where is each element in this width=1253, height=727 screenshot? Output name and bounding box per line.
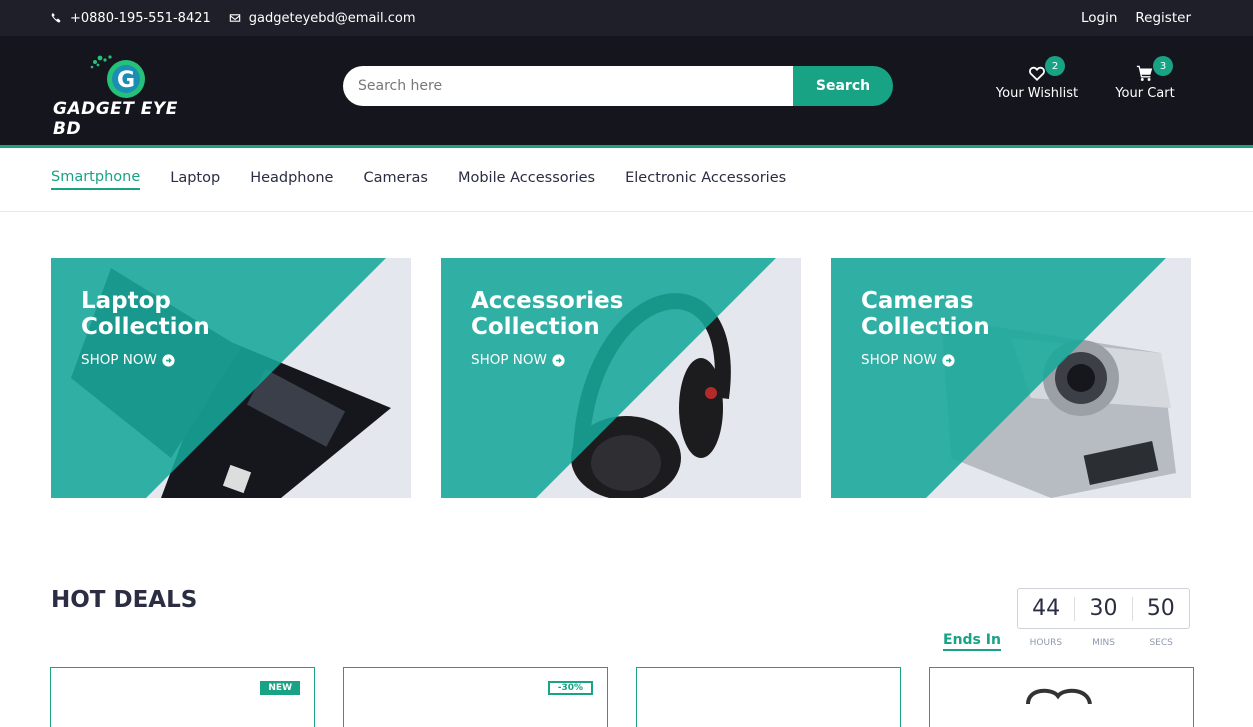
collection-title-line2: Collection xyxy=(861,314,990,340)
shop-now-link[interactable]: SHOP NOW xyxy=(81,352,210,368)
shop-now-label: SHOP NOW xyxy=(81,352,157,368)
cart-count-badge: 3 xyxy=(1153,56,1173,76)
wishlist-icon-wrap: 2 xyxy=(987,56,1087,84)
envelope-icon xyxy=(229,14,241,22)
arrow-circle-right-icon xyxy=(942,353,955,367)
phone-contact[interactable]: +0880-195-551-8421 xyxy=(50,11,211,26)
timer-hours: 44 xyxy=(1032,596,1061,621)
shop-now-label: SHOP NOW xyxy=(471,352,547,368)
shop-now-label: SHOP NOW xyxy=(861,352,937,368)
collection-title-line2: Collection xyxy=(81,314,210,340)
nav-item-smartphone[interactable]: Smartphone xyxy=(51,169,141,190)
timer-secs-label: SECS xyxy=(1149,638,1173,648)
search-button[interactable]: Search xyxy=(793,66,893,106)
nav-item-electronic-accessories[interactable]: Electronic Accessories xyxy=(625,170,786,189)
nav-item-headphone[interactable]: Headphone xyxy=(250,170,333,189)
collection-title-line2: Collection xyxy=(471,314,600,340)
product-card[interactable]: -30% xyxy=(343,667,608,727)
cart-link[interactable]: 3 Your Cart xyxy=(1095,56,1195,101)
category-nav: Smartphone Laptop Headphone Cameras Mobi… xyxy=(0,145,1253,212)
countdown-timer: 44 30 50 xyxy=(1017,588,1190,629)
timer-secs: 50 xyxy=(1146,596,1175,621)
register-link[interactable]: Register xyxy=(1135,10,1191,26)
search-bar: Search xyxy=(343,66,893,106)
nav-item-mobile-accessories[interactable]: Mobile Accessories xyxy=(458,170,595,189)
collection-title-line1: Laptop xyxy=(81,288,171,314)
main-header: G GADGET EYE BD Search 2 Your Wishlist 3… xyxy=(0,36,1253,145)
contact-info: +0880-195-551-8421 gadgeteyebd@email.com xyxy=(50,11,416,26)
email-address: gadgeteyebd@email.com xyxy=(248,10,416,26)
heart-icon xyxy=(1029,66,1045,82)
phone-number: +0880-195-551-8421 xyxy=(70,10,211,26)
timer-mins-label: MINS xyxy=(1092,638,1115,648)
product-card[interactable] xyxy=(636,667,901,727)
ends-in-tab[interactable]: Ends In xyxy=(943,632,1001,651)
auth-links: Login Register xyxy=(1081,10,1191,26)
shopping-cart-icon xyxy=(1136,65,1153,81)
hot-deals-products: NEW -30% xyxy=(50,667,1194,727)
arrow-circle-right-icon xyxy=(162,353,175,367)
nav-item-cameras[interactable]: Cameras xyxy=(363,170,427,189)
collection-text: Accessories Collection SHOP NOW xyxy=(471,288,623,368)
shop-now-link[interactable]: SHOP NOW xyxy=(471,352,623,368)
arrow-circle-right-icon xyxy=(552,353,565,367)
svg-text:G: G xyxy=(117,68,135,93)
wishlist-link[interactable]: 2 Your Wishlist xyxy=(987,56,1087,101)
email-contact[interactable]: gadgeteyebd@email.com xyxy=(229,11,416,26)
collection-card-accessories[interactable]: Accessories Collection SHOP NOW xyxy=(441,258,801,498)
collection-card-laptop[interactable]: Laptop Collection SHOP NOW xyxy=(51,258,411,498)
collection-banners: Laptop Collection SHOP NOW Accessories Col… xyxy=(51,258,1191,498)
product-card[interactable]: NEW xyxy=(50,667,315,727)
product-card[interactable] xyxy=(929,667,1194,727)
timer-hours-label: HOURS xyxy=(1029,638,1063,648)
shop-now-link[interactable]: SHOP NOW xyxy=(861,352,990,368)
timer-mins: 30 xyxy=(1089,596,1118,621)
timer-labels: HOURS MINS SECS xyxy=(1017,638,1190,648)
collection-text: Laptop Collection SHOP NOW xyxy=(81,288,210,368)
collection-title-line1: Cameras xyxy=(861,288,974,314)
collection-title-line1: Accessories xyxy=(471,288,624,314)
logo-mark-icon: G xyxy=(90,55,145,98)
top-bar: +0880-195-551-8421 gadgeteyebd@email.com… xyxy=(0,0,1253,36)
logo[interactable]: G GADGET EYE BD xyxy=(52,51,192,139)
search-input[interactable] xyxy=(343,66,793,106)
login-link[interactable]: Login xyxy=(1081,10,1117,26)
wishlist-count-badge: 2 xyxy=(1045,56,1065,76)
cart-icon-wrap: 3 xyxy=(1095,56,1195,84)
wishlist-label: Your Wishlist xyxy=(995,86,1079,101)
collection-card-cameras[interactable]: Cameras Collection SHOP NOW xyxy=(831,258,1191,498)
phone-icon xyxy=(51,12,61,23)
product-image xyxy=(1026,688,1092,704)
brand-name: GADGET EYE BD xyxy=(53,99,178,139)
hot-deals-title: HOT DEALS xyxy=(51,587,198,613)
cart-label: Your Cart xyxy=(1115,86,1175,101)
collection-text: Cameras Collection SHOP NOW xyxy=(861,288,990,368)
nav-item-laptop[interactable]: Laptop xyxy=(170,170,220,189)
